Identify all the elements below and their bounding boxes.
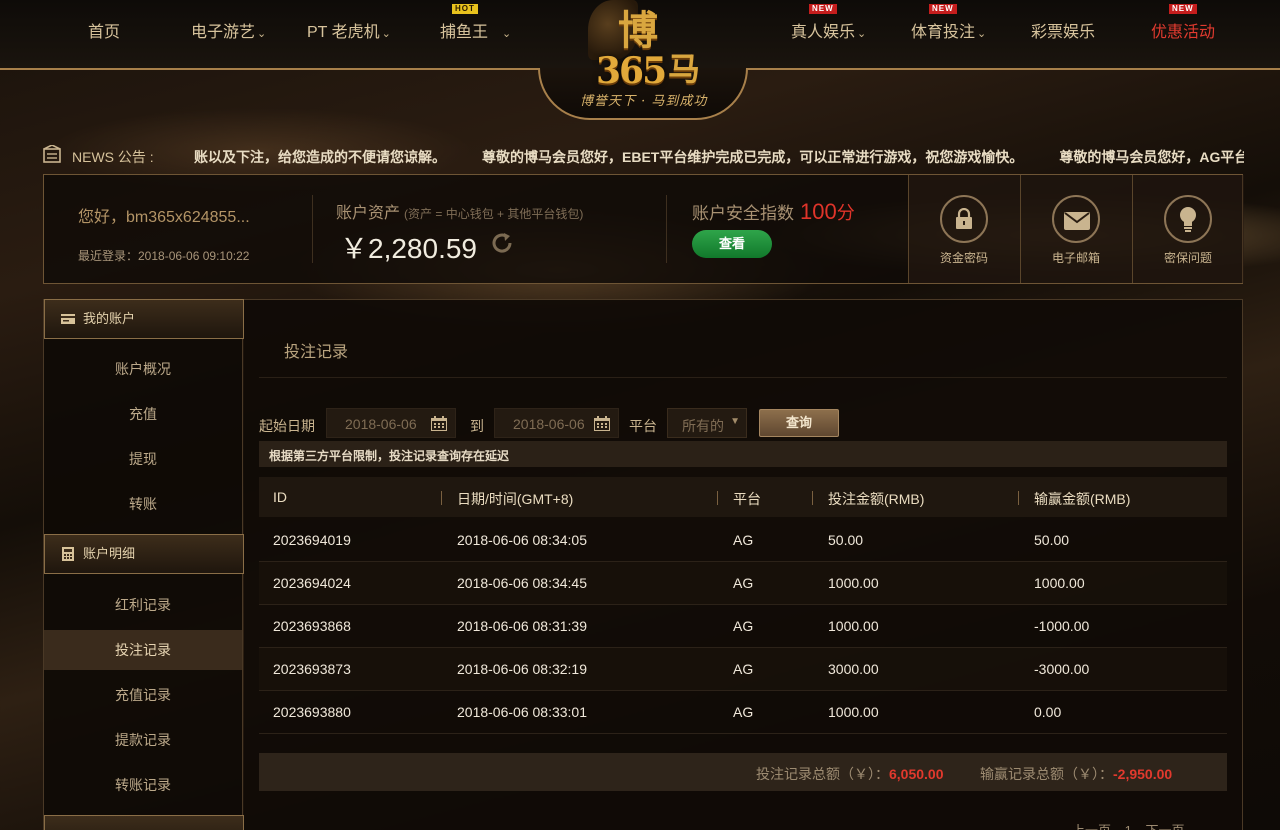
news-message[interactable]: 尊敬的博马会员您好，AG平台维护完成 [1059,149,1244,165]
query-button[interactable]: 查询 [759,409,839,437]
sidebar: 我的账户 账户概况 充值 提现 转账 账户明细 红利记录 投注记录 充值记录 提… [43,299,244,830]
sidebar-item-withdraw-records[interactable]: 提款记录 [44,720,242,760]
nav-lottery[interactable]: 彩票娱乐 [1031,18,1095,42]
sidebar-section-account-details[interactable]: 账户明细 [44,534,244,574]
calculator-icon [62,547,74,561]
announcement-icon [43,145,61,163]
greeting: 您好，bm365x624855... [78,209,250,226]
bet-records-panel: 投注记录 起始日期 2018-06-06 到 2018-06-06 平台 所有的… [244,299,1243,830]
news-message[interactable]: 账以及下注，给您造成的不便请您谅解。 [194,149,446,165]
nav-live-casino[interactable]: NEW 真人娱乐 ⌄ [791,4,867,42]
last-login: 最近登录：2018-06-06 09:10:22 [78,249,250,263]
nav-fishing-king[interactable]: HOT 捕鱼王 ⌄ [440,4,512,42]
divider [312,195,313,263]
new-badge: NEW [929,4,957,14]
column-header[interactable]: 日期/时间(GMT+8) [457,489,573,509]
asset-note: (资产 = 中心钱包 + 其他平台钱包) [404,207,584,221]
site-logo[interactable]: 博 365 马 博誉天下 · 马到成功 [538,0,748,120]
column-header[interactable]: 投注金额(RMB) [828,489,924,509]
nav-electronic-games[interactable]: 电子游艺 ⌄ [191,18,266,42]
sidebar-item-bonus-records[interactable]: 红利记录 [44,585,242,625]
nav-promotions[interactable]: NEW 优惠活动 [1151,4,1215,42]
view-security-button[interactable]: 查看 [692,230,772,258]
nav-pt-slots[interactable]: PT 老虎机 ⌄ [307,18,391,42]
pagination[interactable]: 上一页 1 下一页 [1072,820,1184,830]
logo-slogan: 博誉天下 · 马到成功 [580,94,708,109]
card-icon [61,314,75,324]
mail-icon [1064,212,1090,230]
calendar-icon[interactable] [431,416,447,431]
bet-total: 投注记录总额（￥）：6,050.00 [756,766,944,782]
nav-sports-betting[interactable]: NEW 体育投注 ⌄ [911,4,987,42]
table-row[interactable]: 2023694019 2018-06-06 08:34:05 AG 50.00 … [259,519,1227,562]
logo-char: 博 [618,7,658,54]
divider [666,195,667,263]
start-date-input[interactable]: 2018-06-06 [326,408,456,438]
totals-bar: 投注记录总额（￥）：6,050.00 输赢记录总额（￥）：-2,950.00 [259,753,1227,791]
chevron-down-icon: ⌄ [381,28,391,40]
fund-password-link[interactable]: 资金密码 [908,175,1020,283]
asset-title: 账户资产 (资产 = 中心钱包 + 其他平台钱包) [336,205,584,222]
sidebar-item-withdraw[interactable]: 提现 [44,439,242,479]
chevron-down-icon: ⌄ [977,28,987,40]
new-badge: NEW [1169,4,1197,14]
lock-icon [956,208,972,229]
account-summary: 您好，bm365x624855... 最近登录：2018-06-06 09:10… [43,174,1244,284]
end-date-input[interactable]: 2018-06-06 [494,408,619,438]
sidebar-section-next[interactable] [44,815,244,830]
chevron-down-icon: ⌄ [857,28,867,40]
news-message[interactable]: 尊敬的博马会员您好，EBET平台维护完成已完成，可以正常进行游戏，祝您游戏愉快。 [482,149,1023,165]
column-header[interactable]: 输赢金额(RMB) [1034,489,1130,509]
news-label: NEWS 公告 : [72,149,154,165]
bet-total-value: 6,050.00 [889,766,944,782]
calendar-icon[interactable] [594,416,610,431]
column-header[interactable]: ID [273,489,287,505]
divider [259,377,1227,378]
table-row[interactable]: 2023693873 2018-06-06 08:32:19 AG 3000.0… [259,648,1227,691]
news-ticker: NEWS 公告 : 账以及下注，给您造成的不便请您谅解。 尊敬的博马会员您好，EB… [42,145,1244,167]
table-row[interactable]: 2023693868 2018-06-06 08:31:39 AG 1000.0… [259,605,1227,648]
email-link[interactable]: 电子邮箱 [1020,175,1132,283]
win-total-value: -2,950.00 [1113,766,1173,782]
start-date-label: 起始日期 [259,418,315,434]
delay-notice: 根据第三方平台限制，投注记录查询存在延迟 [259,441,1227,467]
win-total: 输赢记录总额（￥）：-2,950.00 [980,766,1173,782]
logo-char2: 马 [668,50,701,88]
sidebar-item-bet-records[interactable]: 投注记录 [44,630,242,670]
nav-home[interactable]: 首页 [88,18,120,42]
security-index: 账户安全指数 100分 [692,199,855,224]
security-question-link[interactable]: 密保问题 [1132,175,1244,283]
sidebar-item-deposit-records[interactable]: 充值记录 [44,675,242,715]
platform-label: 平台 [629,418,657,434]
column-header[interactable]: 平台 [733,489,761,509]
platform-select[interactable]: 所有的 ▼ [667,408,747,438]
refresh-icon[interactable] [490,231,514,255]
chevron-down-icon: ⌄ [257,28,267,40]
chevron-down-icon: ⌄ [502,28,512,40]
dropdown-arrow-icon: ▼ [730,416,740,427]
table-row[interactable]: 2023694024 2018-06-06 08:34:45 AG 1000.0… [259,562,1227,605]
page-title: 投注记录 [284,344,349,361]
sidebar-section-my-account[interactable]: 我的账户 [44,299,244,339]
sidebar-item-transfer-records[interactable]: 转账记录 [44,765,242,805]
sidebar-item-account-overview[interactable]: 账户概况 [44,349,242,389]
lightbulb-icon [1180,207,1196,232]
table-header: ID 日期/时间(GMT+8) 平台 投注金额(RMB) 输赢金额(RMB) [259,477,1227,517]
sidebar-item-deposit[interactable]: 充值 [44,394,242,434]
sidebar-item-transfer[interactable]: 转账 [44,484,242,524]
security-score: 100 [800,199,837,224]
logo-number: 365 [596,50,667,92]
to-label: 到 [470,418,484,434]
asset-value: ￥2,280.59 [340,233,477,264]
new-badge: NEW [809,4,837,14]
hot-badge: HOT [452,4,478,14]
table-row[interactable]: 2023693880 2018-06-06 08:33:01 AG 1000.0… [259,691,1227,734]
news-messages[interactable]: 账以及下注，给您造成的不便请您谅解。 尊敬的博马会员您好，EBET平台维护完成已完… [194,147,1244,167]
